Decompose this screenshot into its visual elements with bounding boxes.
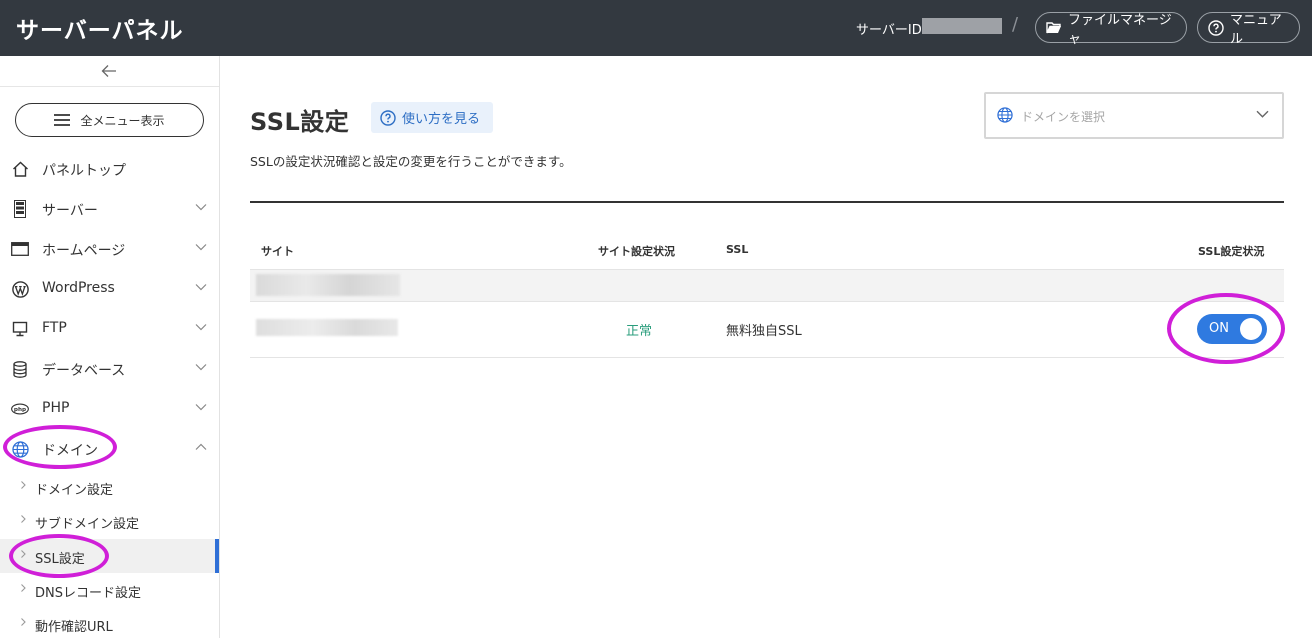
sidebar-item-php[interactable]: php PHP bbox=[0, 389, 219, 429]
chevron-down-icon bbox=[195, 324, 207, 331]
wordpress-icon bbox=[11, 280, 29, 298]
globe-icon bbox=[997, 107, 1013, 123]
column-header-site-status: サイト設定状況 bbox=[598, 245, 675, 258]
chevron-down-icon bbox=[195, 404, 207, 411]
sidebar-item-label: PHP bbox=[42, 400, 70, 416]
section-divider bbox=[250, 201, 1284, 203]
svg-text:php: php bbox=[14, 407, 26, 413]
domain-select-placeholder: ドメインを選択 bbox=[1021, 110, 1106, 124]
sidebar-item-label: WordPress bbox=[42, 280, 115, 296]
chevron-down-icon bbox=[195, 204, 207, 211]
sidebar-item-server[interactable]: サーバー bbox=[0, 189, 219, 229]
sidebar-subitem-ssl-settings[interactable]: SSL設定 bbox=[0, 539, 219, 573]
sidebar-subitem-label: ドメイン設定 bbox=[35, 483, 114, 498]
sidebar-item-ftp[interactable]: FTP bbox=[0, 309, 219, 349]
domain-select[interactable]: ドメインを選択 bbox=[984, 92, 1284, 139]
how-to-use-label: 使い方を見る bbox=[402, 112, 481, 127]
home-icon bbox=[12, 161, 28, 177]
arrow-left-icon bbox=[101, 65, 116, 77]
chevron-right-icon bbox=[21, 550, 26, 558]
all-menu-label: 全メニュー表示 bbox=[80, 113, 165, 128]
manual-label: マニュアル bbox=[1230, 12, 1282, 47]
server-icon bbox=[14, 200, 26, 218]
top-bar: サーバーパネル サーバーID / ファイルマネージャ マニュアル bbox=[0, 0, 1312, 56]
php-icon: php bbox=[11, 403, 29, 415]
sidebar-item-label: FTP bbox=[42, 320, 67, 336]
browser-icon bbox=[11, 242, 29, 256]
column-header-ssl: SSL bbox=[726, 243, 749, 256]
chevron-right-icon bbox=[21, 584, 26, 592]
sidebar-item-label: データベース bbox=[42, 363, 126, 379]
chevron-down-icon bbox=[195, 244, 207, 251]
how-to-use-button[interactable]: 使い方を見る bbox=[371, 102, 493, 133]
sidebar-item-panel-top[interactable]: パネルトップ bbox=[0, 149, 219, 189]
site-name-masked bbox=[256, 319, 398, 336]
table-group-row bbox=[250, 269, 1284, 302]
column-header-site: サイト bbox=[261, 245, 294, 258]
chevron-right-icon bbox=[21, 515, 26, 523]
sidebar-collapse-button[interactable] bbox=[0, 56, 219, 87]
sidebar-subitem-label: SSL設定 bbox=[35, 552, 85, 567]
globe-icon bbox=[11, 440, 29, 458]
sidebar-subitem-label: 動作確認URL bbox=[35, 620, 113, 635]
page-title: SSL設定 bbox=[250, 108, 350, 136]
ssl-toggle-knob bbox=[1240, 318, 1262, 340]
help-circle-icon bbox=[1208, 19, 1224, 36]
sidebar-item-label: パネルトップ bbox=[42, 163, 126, 179]
server-id-value-masked bbox=[922, 18, 1002, 34]
database-icon bbox=[13, 360, 27, 378]
menu-icon bbox=[54, 114, 71, 126]
sidebar-item-label: サーバー bbox=[42, 203, 98, 219]
file-manager-label: ファイルマネージャ bbox=[1068, 12, 1172, 47]
ssl-toggle-label: ON bbox=[1209, 321, 1229, 336]
site-status-value: 正常 bbox=[626, 324, 653, 339]
sidebar-item-label: ホームページ bbox=[42, 243, 126, 259]
sidebar-item-database[interactable]: データベース bbox=[0, 349, 219, 389]
server-id-label: サーバーID bbox=[856, 23, 922, 38]
sidebar-subitem-test-url[interactable]: 動作確認URL bbox=[0, 607, 219, 638]
file-manager-button[interactable]: ファイルマネージャ bbox=[1035, 12, 1187, 47]
monitor-icon bbox=[12, 321, 28, 337]
chevron-right-icon bbox=[21, 481, 26, 489]
sidebar-item-domain[interactable]: ドメイン bbox=[0, 429, 219, 469]
sidebar-item-label: ドメイン bbox=[42, 443, 98, 459]
chevron-down-icon bbox=[1256, 110, 1269, 118]
manual-button[interactable]: マニュアル bbox=[1197, 12, 1300, 47]
sidebar-subitem-label: DNSレコード設定 bbox=[35, 586, 141, 601]
brand-title[interactable]: サーバーパネル bbox=[16, 11, 184, 45]
chevron-down-icon bbox=[195, 364, 207, 371]
header-separator: / bbox=[1012, 14, 1019, 35]
chevron-right-icon bbox=[21, 618, 26, 626]
help-circle-icon bbox=[380, 109, 396, 126]
sidebar-subitem-dns-records[interactable]: DNSレコード設定 bbox=[0, 573, 219, 607]
sidebar-subitem-subdomain-settings[interactable]: サブドメイン設定 bbox=[0, 504, 219, 538]
sidebar-item-homepage[interactable]: ホームページ bbox=[0, 229, 219, 269]
all-menu-button[interactable]: 全メニュー表示 bbox=[15, 103, 204, 137]
table-row: 正常 無料独自SSL ON bbox=[250, 302, 1284, 358]
sidebar: 全メニュー表示 パネルトップ サーバー ホームページ WordPress FTP… bbox=[0, 56, 220, 638]
page-description: SSLの設定状況確認と設定の変更を行うことができます。 bbox=[250, 154, 572, 169]
ssl-toggle[interactable]: ON bbox=[1197, 314, 1267, 344]
sidebar-subitem-label: サブドメイン設定 bbox=[35, 517, 140, 532]
sidebar-item-wordpress[interactable]: WordPress bbox=[0, 269, 219, 309]
sidebar-subitem-domain-settings[interactable]: ドメイン設定 bbox=[0, 470, 219, 504]
domain-name-masked bbox=[256, 274, 400, 296]
chevron-down-icon bbox=[195, 284, 207, 291]
column-header-ssl-status: SSL設定状況 bbox=[1198, 245, 1265, 258]
chevron-up-icon bbox=[195, 443, 207, 450]
folder-open-icon bbox=[1046, 21, 1061, 33]
ssl-type-value: 無料独自SSL bbox=[726, 324, 802, 339]
